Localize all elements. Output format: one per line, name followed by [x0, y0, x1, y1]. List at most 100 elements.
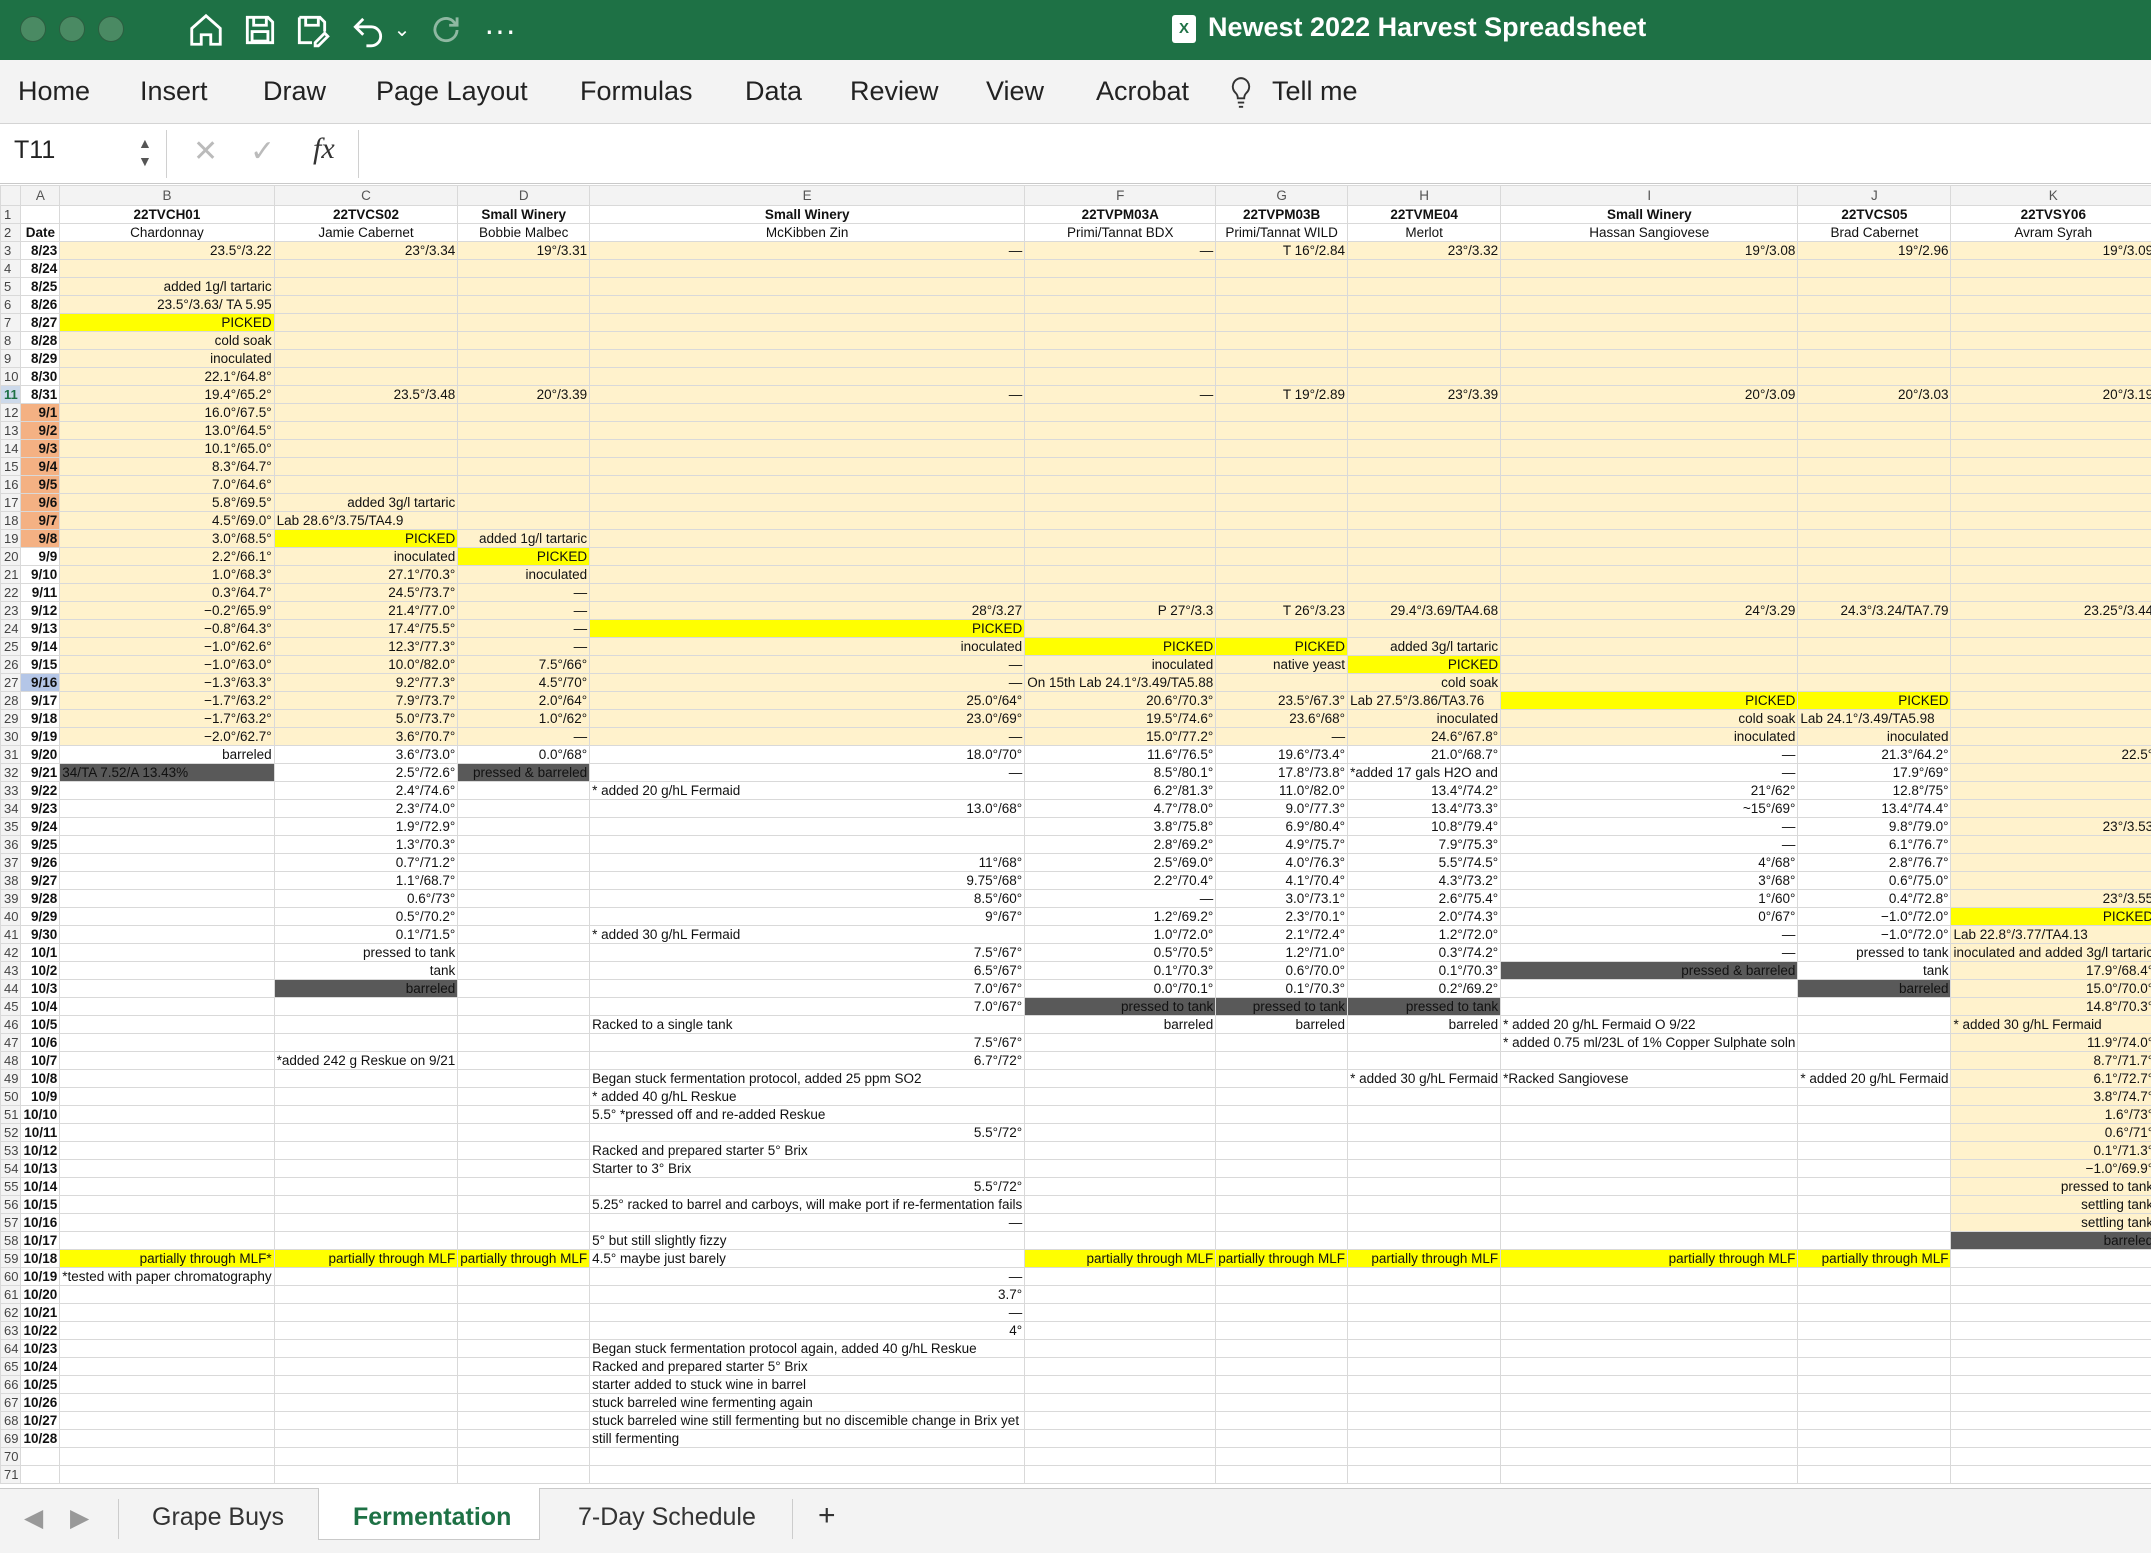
- cell[interactable]: [1500, 493, 1799, 512]
- cell[interactable]: [273, 1195, 459, 1214]
- cell[interactable]: 0.6°/71°: [1950, 1123, 2151, 1142]
- date-cell[interactable]: 10/2: [20, 961, 61, 980]
- date-cell[interactable]: 9/26: [20, 853, 61, 872]
- date-cell[interactable]: 9/16: [20, 673, 61, 692]
- cell[interactable]: [273, 1213, 459, 1232]
- cell[interactable]: [1347, 511, 1502, 530]
- cell[interactable]: 3.7°: [589, 1285, 1026, 1304]
- cell[interactable]: [1500, 673, 1799, 692]
- cell[interactable]: [1797, 619, 1952, 638]
- cell[interactable]: [1500, 1123, 1799, 1142]
- cell[interactable]: [1950, 349, 2151, 368]
- cell[interactable]: [1500, 1321, 1799, 1340]
- cell[interactable]: 0.1°/71.5°: [273, 925, 459, 944]
- cell[interactable]: [457, 1105, 591, 1124]
- cell[interactable]: [1347, 1051, 1502, 1070]
- date-cell[interactable]: 10/19: [20, 1267, 61, 1286]
- cell[interactable]: —: [589, 1267, 1026, 1286]
- cell[interactable]: starter added to stuck wine in barrel: [589, 1375, 1026, 1394]
- cell[interactable]: 23.5°/67.3°: [1215, 691, 1349, 710]
- cell[interactable]: —: [1500, 745, 1799, 764]
- row-header[interactable]: 70: [0, 1447, 22, 1466]
- cell[interactable]: [1797, 1303, 1952, 1322]
- cell[interactable]: 23.5°/3.22: [59, 241, 275, 260]
- cell[interactable]: [1347, 1177, 1502, 1196]
- cell[interactable]: partially through MLF: [1500, 1249, 1799, 1268]
- cell[interactable]: partially through MLF: [457, 1249, 591, 1268]
- cell[interactable]: [59, 1033, 275, 1052]
- cell[interactable]: [59, 943, 275, 962]
- row-header[interactable]: 49: [0, 1069, 22, 1088]
- cell[interactable]: [1950, 331, 2151, 350]
- date-cell[interactable]: 8/26: [20, 295, 61, 314]
- cell[interactable]: [457, 997, 591, 1016]
- cell[interactable]: [1347, 1213, 1502, 1232]
- cell[interactable]: [457, 1447, 591, 1466]
- cell[interactable]: [1950, 1447, 2151, 1466]
- tell-me-search[interactable]: Tell me: [1272, 76, 1358, 107]
- cell[interactable]: [1797, 331, 1952, 350]
- cell[interactable]: [273, 1411, 459, 1430]
- cell[interactable]: 8.5°/60°: [589, 889, 1026, 908]
- cell[interactable]: [457, 943, 591, 962]
- cell[interactable]: [1950, 259, 2151, 278]
- cell[interactable]: [1500, 1213, 1799, 1232]
- cell[interactable]: [1024, 439, 1217, 458]
- cell[interactable]: [1797, 475, 1952, 494]
- row-header[interactable]: 64: [0, 1339, 22, 1358]
- cell[interactable]: PICKED: [1797, 691, 1952, 710]
- cell[interactable]: 14.8°/70.3°: [1950, 997, 2151, 1016]
- cell[interactable]: [1950, 565, 2151, 584]
- cell[interactable]: 7.0°/64.6°: [59, 475, 275, 494]
- row-header[interactable]: 5: [0, 277, 22, 296]
- cell[interactable]: [1024, 565, 1217, 584]
- undo-dropdown-chevron-icon[interactable]: ⌄: [392, 8, 412, 52]
- cell[interactable]: [1347, 295, 1502, 314]
- cell[interactable]: 4.5°/69.0°: [59, 511, 275, 530]
- cell[interactable]: [59, 1375, 275, 1394]
- date-cell[interactable]: 8/27: [20, 313, 61, 332]
- cell[interactable]: [457, 1321, 591, 1340]
- cell[interactable]: 9.2°/77.3°: [273, 673, 459, 692]
- date-cell[interactable]: 9/1: [20, 403, 61, 422]
- scroll-left-icon[interactable]: ◀: [24, 1503, 43, 1533]
- cell[interactable]: [59, 1465, 275, 1484]
- cell[interactable]: 24.3°/3.24/TA7.79: [1797, 601, 1952, 620]
- cell[interactable]: [273, 1069, 459, 1088]
- cell[interactable]: 10.8°/79.4°: [1347, 817, 1502, 836]
- cell[interactable]: [1215, 349, 1349, 368]
- date-cell[interactable]: 9/15: [20, 655, 61, 674]
- cell[interactable]: [1215, 457, 1349, 476]
- cell[interactable]: 0.1°/70.3°: [1024, 961, 1217, 980]
- cell[interactable]: [1500, 1375, 1799, 1394]
- date-cell[interactable]: 9/4: [20, 457, 61, 476]
- cell[interactable]: [1347, 313, 1502, 332]
- cell[interactable]: —: [457, 583, 591, 602]
- cell[interactable]: [273, 331, 459, 350]
- cell[interactable]: 0.5°/70.5°: [1024, 943, 1217, 962]
- cell[interactable]: [1215, 1357, 1349, 1376]
- cell[interactable]: Racked and prepared starter 5° Brix: [589, 1357, 1026, 1376]
- cell[interactable]: [1500, 1195, 1799, 1214]
- cell[interactable]: 0.5°/70.2°: [273, 907, 459, 926]
- cell[interactable]: [457, 1231, 591, 1250]
- cell[interactable]: barreled: [1797, 979, 1952, 998]
- cell[interactable]: 22TVPM03B: [1215, 205, 1349, 224]
- cell[interactable]: 22TVCH01: [59, 205, 275, 224]
- cell[interactable]: [1950, 637, 2151, 656]
- cell[interactable]: —: [589, 763, 1026, 782]
- cell[interactable]: 2.0°/74.3°: [1347, 907, 1502, 926]
- cell[interactable]: 18.0°/70°: [589, 745, 1026, 764]
- cell[interactable]: 4.0°/76.3°: [1215, 853, 1349, 872]
- cell[interactable]: tank: [1797, 961, 1952, 980]
- cell[interactable]: 13.4°/74.4°: [1797, 799, 1952, 818]
- cell[interactable]: [273, 1447, 459, 1466]
- cell[interactable]: [1950, 529, 2151, 548]
- cell[interactable]: [273, 1465, 459, 1484]
- cell[interactable]: 1.2°/72.0°: [1347, 925, 1502, 944]
- cell[interactable]: T 26°/3.23: [1215, 601, 1349, 620]
- cell[interactable]: PICKED: [273, 529, 459, 548]
- cell[interactable]: barreled: [1024, 1015, 1217, 1034]
- cell[interactable]: [457, 1465, 591, 1484]
- date-cell[interactable]: 10/25: [20, 1375, 61, 1394]
